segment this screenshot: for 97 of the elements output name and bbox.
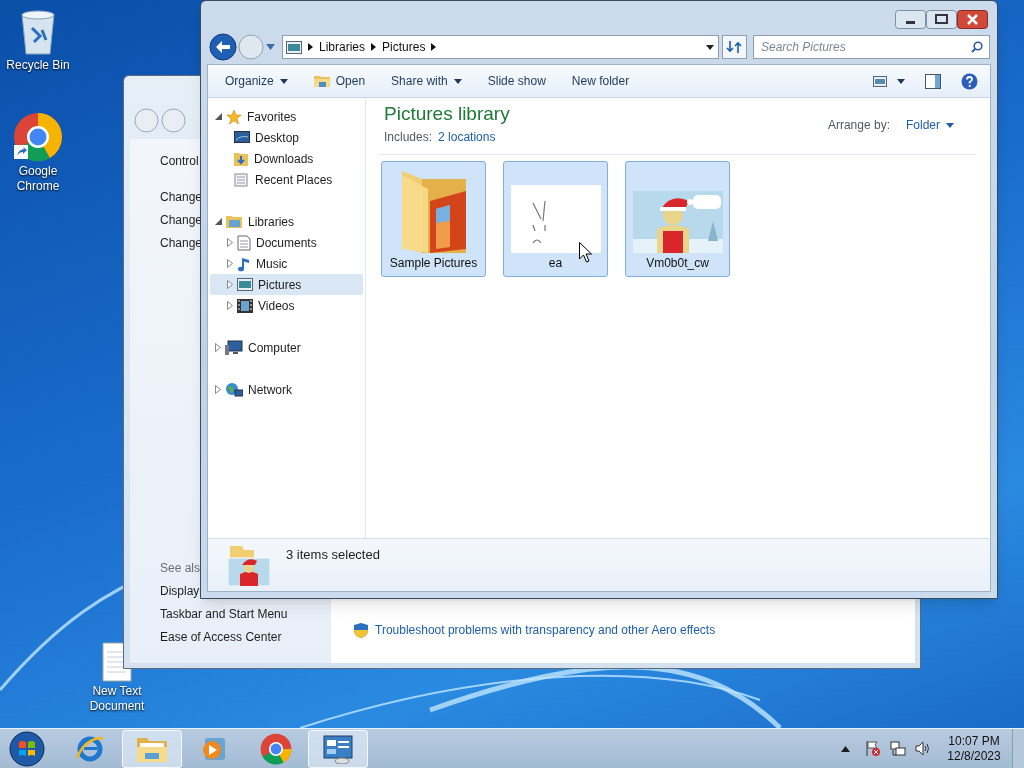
history-dropdown-caret-icon[interactable] <box>706 44 714 50</box>
expanded-arrow-icon[interactable] <box>215 113 222 120</box>
see-also-link[interactable]: Taskbar and Start Menu <box>160 606 288 622</box>
network-icon[interactable] <box>890 740 906 757</box>
desktop-icon-label[interactable]: Google Chrome <box>3 164 73 194</box>
nav-item[interactable]: Computer <box>208 337 365 358</box>
chrome-icon <box>13 112 63 162</box>
nav-item[interactable]: Pictures <box>210 274 363 295</box>
network-icon <box>225 381 243 398</box>
expanded-arrow-icon[interactable] <box>215 218 222 225</box>
refresh-button[interactable] <box>722 35 747 59</box>
recycle-bin-icon <box>20 10 56 56</box>
monitor-icon <box>234 131 250 144</box>
clock-date[interactable]: 12/8/2023 <box>947 748 1001 764</box>
toolbar-button[interactable]: Share with <box>382 69 471 93</box>
control-panel-icon <box>322 733 354 764</box>
expand-arrow-icon[interactable] <box>227 301 233 310</box>
breadcrumb-item[interactable]: Pictures <box>382 38 426 56</box>
task-link[interactable]: Change <box>160 212 203 228</box>
folder-icon <box>399 171 468 253</box>
desktop-icon-label[interactable]: Recycle Bin <box>3 58 73 73</box>
section-heading: See als <box>160 560 201 576</box>
download-folder-icon <box>234 150 249 167</box>
arrange-label: Arrange by: <box>827 117 890 134</box>
toolbar-button[interactable]: Slide show <box>478 69 555 93</box>
close-button[interactable] <box>957 10 988 29</box>
troubleshoot-link[interactable]: Troubleshoot problems with transparency and other Aero effects <box>375 621 716 639</box>
search-field[interactable]: Search Pictures <box>753 35 990 59</box>
nav-item[interactable]: Music <box>208 253 365 274</box>
arrange-dropdown[interactable]: Folder <box>906 116 954 134</box>
breadcrumb-item[interactable]: Libraries <box>319 38 366 56</box>
clock-time[interactable]: 10:07 PM <box>948 733 1000 749</box>
document-icon <box>237 234 251 251</box>
nav-item[interactable]: Favorites <box>208 106 365 127</box>
document-stack-icon <box>234 171 250 188</box>
expand-arrow-icon[interactable] <box>227 280 233 289</box>
nav-item[interactable]: Network <box>208 379 365 400</box>
nav-link[interactable]: Control <box>160 153 199 169</box>
view-icon <box>873 75 887 87</box>
toolbar-button[interactable]: Organize <box>216 69 297 93</box>
see-also-link[interactable]: Ease of Access Center <box>160 629 282 645</box>
file-item[interactable]: Sample Pictures <box>381 161 486 277</box>
locations-link[interactable]: 2 locations <box>438 128 496 146</box>
chevron-icon <box>371 43 377 51</box>
taskbar-button[interactable] <box>122 729 182 768</box>
film-strip-icon <box>237 298 253 313</box>
nav-item[interactable]: Libraries <box>208 211 365 232</box>
shield-icon <box>353 621 369 639</box>
search-icon <box>971 41 983 53</box>
toolbar-button[interactable]: Open <box>304 69 375 93</box>
chevron-icon <box>308 43 313 51</box>
nav-item[interactable]: Desktop <box>208 127 365 148</box>
see-also-link[interactable]: Display <box>160 583 200 599</box>
library-folder-icon <box>226 214 243 229</box>
toolbar-button[interactable]: New folder <box>562 69 639 93</box>
show-hidden-icons-button[interactable] <box>841 745 850 752</box>
star-icon <box>226 108 242 125</box>
music-note-icon <box>237 255 251 272</box>
start-button[interactable] <box>8 729 46 768</box>
task-link[interactable]: Change <box>160 189 203 205</box>
library-title: Pictures library <box>384 103 510 125</box>
address-bar[interactable]: Libraries Pictures <box>282 35 719 59</box>
folder-icon <box>313 74 331 88</box>
recent-pages-caret-icon[interactable] <box>266 44 275 50</box>
nav-item[interactable]: Recent Places <box>208 169 365 190</box>
caret-icon <box>897 78 905 84</box>
expand-arrow-icon[interactable] <box>227 238 233 247</box>
nav-item[interactable]: Videos <box>208 295 365 316</box>
chevron-icon <box>431 43 437 51</box>
cursor-icon <box>579 242 592 263</box>
picture-frame-icon <box>237 278 253 291</box>
expand-arrow-icon[interactable] <box>215 343 221 352</box>
includes-label: Includes: <box>384 129 433 146</box>
back-button[interactable] <box>209 33 237 61</box>
computer-icon <box>225 339 243 356</box>
selection-status: 3 items selected <box>286 546 380 564</box>
file-item[interactable]: Vm0b0t_cw <box>625 161 730 277</box>
taskbar-button[interactable] <box>308 729 368 768</box>
help-button[interactable] <box>961 72 978 90</box>
library-icon <box>286 40 302 54</box>
desktop-icon-label[interactable]: New Text Document <box>82 684 152 714</box>
caret-icon <box>453 78 462 84</box>
maximize-button[interactable] <box>926 10 957 29</box>
nav-item[interactable]: Downloads <box>208 148 365 169</box>
flag-icon[interactable] <box>865 740 881 757</box>
volume-icon[interactable] <box>915 741 930 756</box>
thumbnail-stack-icon <box>228 544 270 586</box>
caret-icon <box>946 122 954 128</box>
minimize-button[interactable] <box>895 10 926 29</box>
file-item[interactable]: ea <box>503 161 608 277</box>
caret-icon <box>279 78 288 84</box>
task-link[interactable]: Change <box>160 235 203 251</box>
preview-pane-button[interactable] <box>925 73 941 89</box>
chrome-icon <box>260 732 292 765</box>
nav-item[interactable]: Documents <box>208 232 365 253</box>
expand-arrow-icon[interactable] <box>227 259 233 268</box>
expand-arrow-icon[interactable] <box>215 385 221 394</box>
